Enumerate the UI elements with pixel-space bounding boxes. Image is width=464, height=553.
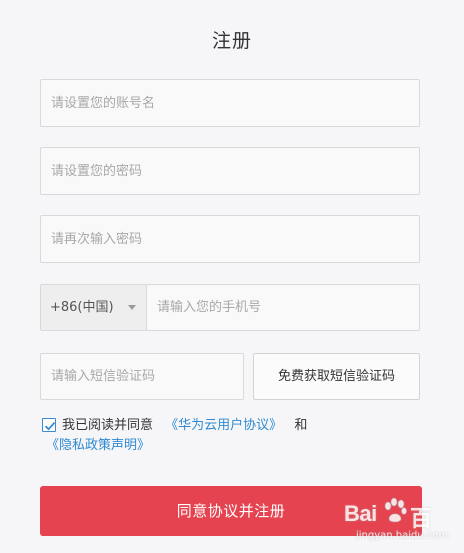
country-code-value: +86(中国) — [50, 300, 114, 315]
page-title: 注册 — [211, 30, 252, 52]
account-name-input[interactable] — [40, 79, 420, 127]
password-input[interactable] — [40, 147, 420, 195]
chevron-down-icon — [128, 305, 136, 310]
checkmark-icon — [44, 422, 56, 431]
phone-input[interactable] — [146, 284, 420, 331]
agree-and-register-button[interactable]: 同意协议并注册 — [40, 486, 422, 536]
sms-code-input[interactable] — [40, 353, 244, 400]
country-code-select[interactable]: +86(中国) — [40, 284, 147, 331]
confirm-password-input[interactable] — [40, 215, 420, 263]
agreement-prefix: 我已阅读并同意 — [62, 418, 154, 433]
get-sms-code-button[interactable]: 免费获取短信验证码 — [253, 353, 420, 400]
register-page: 注册 +86(中国) 免费获取短信验证码 我已阅读并同意 《华为云用户协议》 和… — [0, 0, 464, 553]
agreement-conjunction: 和 — [294, 418, 308, 433]
terms-link[interactable]: 《华为云用户协议》 — [165, 418, 282, 433]
privacy-link[interactable]: 《隐私政策声明》 — [46, 438, 150, 453]
agreement-checkbox[interactable] — [42, 418, 56, 432]
